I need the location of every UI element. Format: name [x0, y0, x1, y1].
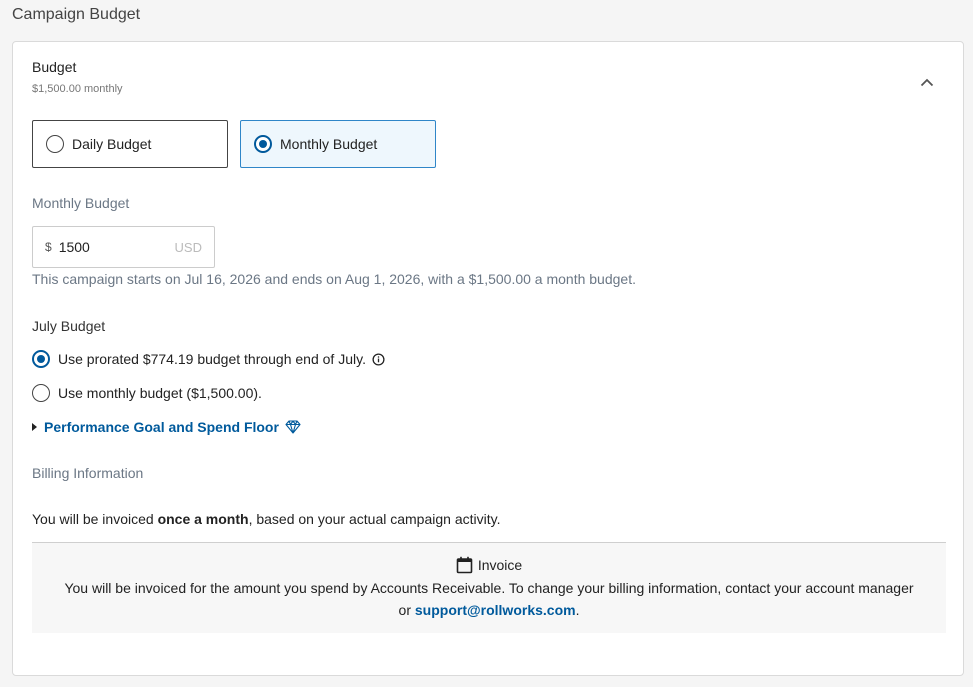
monthly-budget-input[interactable] — [58, 239, 159, 255]
currency-unit: USD — [174, 239, 202, 255]
invoice-frequency: once a month — [157, 511, 249, 527]
monthly-budget-label: Monthly Budget — [280, 136, 378, 152]
section-title: Campaign Budget — [12, 6, 141, 23]
july-budget-label: July Budget — [32, 318, 106, 334]
daily-budget-option[interactable]: Daily Budget — [32, 120, 228, 168]
monthly-budget-july-label: Use monthly budget ($1,500.00). — [58, 385, 262, 401]
support-email-link[interactable]: support@rollworks.com — [415, 602, 576, 618]
invoice-suffix: , based on your actual campaign activity… — [248, 511, 501, 527]
chevron-up-icon — [920, 78, 934, 86]
performance-goal-toggle[interactable]: Performance Goal and Spend Floor — [32, 419, 301, 435]
caret-right-icon — [32, 423, 37, 431]
monthly-budget-option[interactable]: Monthly Budget — [240, 120, 436, 168]
monthly-budget-july-option[interactable]: Use monthly budget ($1,500.00). — [32, 384, 262, 402]
monthly-budget-field-label: Monthly Budget — [32, 195, 130, 211]
invoice-info-box: Invoice You will be invoiced for the amo… — [32, 542, 946, 633]
monthly-budget-input-wrapper: $ USD — [32, 226, 215, 268]
billing-info-label: Billing Information — [32, 465, 144, 481]
daily-budget-radio[interactable] — [46, 135, 64, 153]
collapse-button[interactable] — [917, 72, 937, 92]
prorated-budget-radio[interactable] — [32, 350, 50, 368]
daily-budget-label: Daily Budget — [72, 136, 152, 152]
invoice-description: You will be invoiced for the amount you … — [64, 577, 914, 621]
prorated-budget-label: Use prorated $774.19 budget through end … — [58, 351, 366, 367]
currency-symbol: $ — [45, 240, 52, 254]
budget-card: Budget $1,500.00 monthly Daily Budget Mo… — [12, 41, 964, 676]
invoice-heading: Invoice — [32, 556, 946, 574]
invoice-prefix: You will be invoiced — [32, 511, 158, 527]
invoice-title: Invoice — [477, 557, 523, 573]
diamond-icon — [285, 420, 301, 434]
calendar-icon — [456, 556, 473, 574]
monthly-budget-july-radio[interactable] — [32, 384, 50, 402]
invoice-frequency-text: You will be invoiced once a month, based… — [32, 511, 500, 527]
budget-title: Budget — [32, 59, 77, 75]
campaign-dates-note: This campaign starts on Jul 16, 2026 and… — [32, 271, 636, 287]
monthly-budget-radio[interactable] — [254, 135, 272, 153]
info-icon[interactable] — [372, 352, 385, 366]
invoice-body-end: . — [575, 602, 580, 618]
performance-goal-label: Performance Goal and Spend Floor — [44, 419, 279, 435]
prorated-budget-option[interactable]: Use prorated $774.19 budget through end … — [32, 350, 385, 368]
budget-summary: $1,500.00 monthly — [32, 83, 123, 95]
